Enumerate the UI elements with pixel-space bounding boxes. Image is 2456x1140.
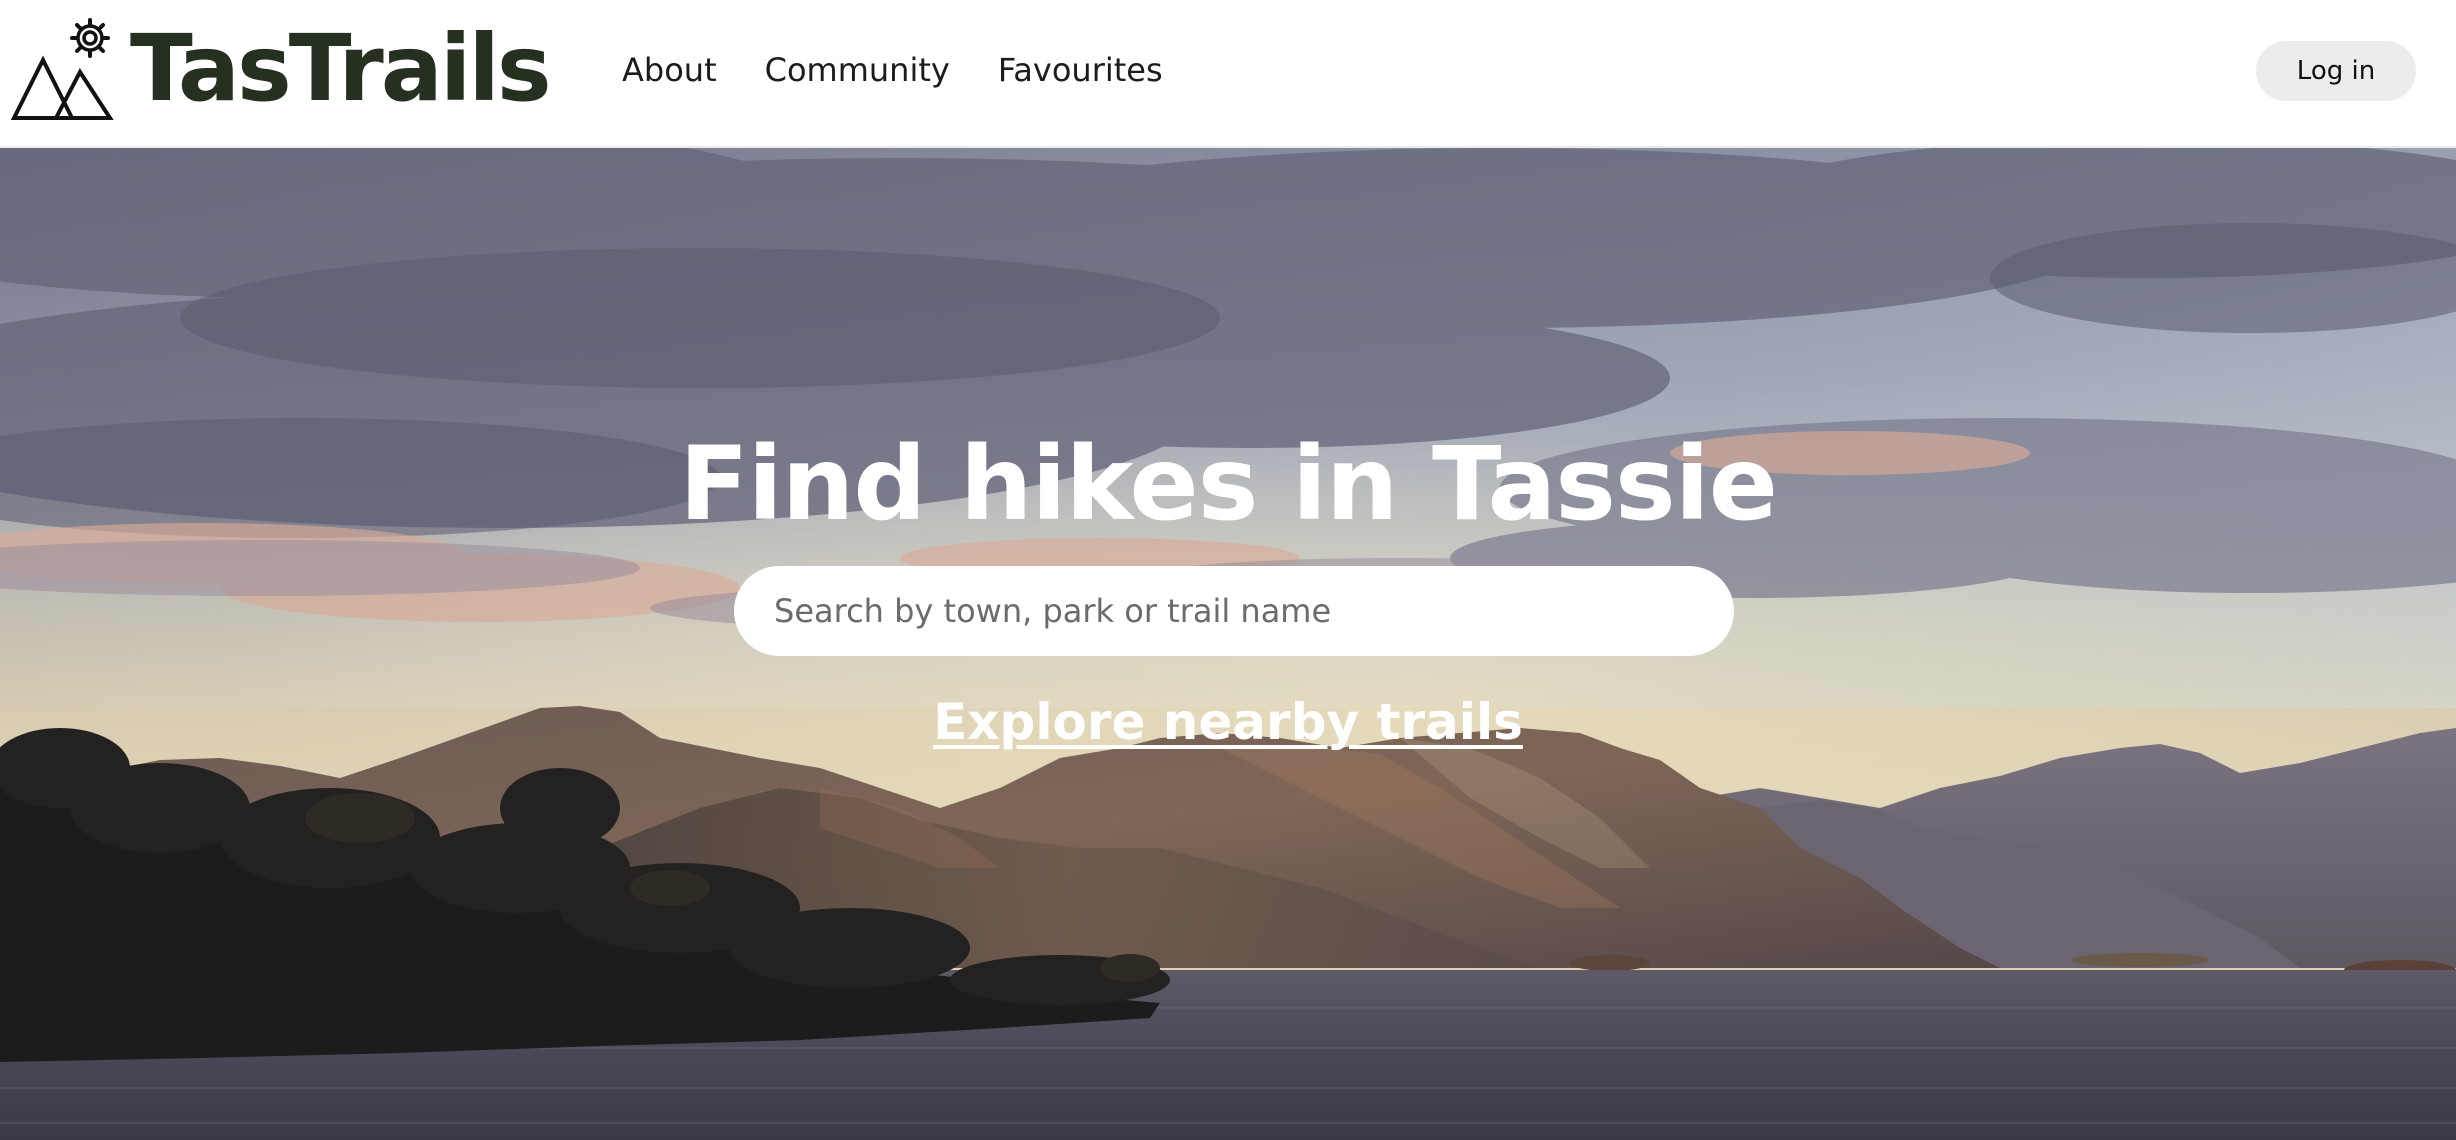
- hero-section: Find hikes in Tassie Explore nearby trai…: [0, 148, 2456, 1140]
- explore-nearby-trails-link[interactable]: Explore nearby trails: [933, 693, 1523, 751]
- mountains-sun-logo-icon: [10, 14, 114, 124]
- main-nav: About Community Favourites: [622, 44, 1163, 96]
- login-button[interactable]: Log in: [2256, 41, 2416, 101]
- brand-logo-link[interactable]: TasTrails: [10, 14, 552, 124]
- hero-title: Find hikes in Tassie: [679, 425, 1778, 544]
- site-header: TasTrails About Community Favourites Log…: [0, 0, 2456, 148]
- nav-link-about[interactable]: About: [622, 44, 717, 96]
- nav-link-favourites[interactable]: Favourites: [998, 44, 1163, 96]
- trail-search-input[interactable]: [734, 566, 1734, 656]
- nav-link-community[interactable]: Community: [765, 44, 950, 96]
- brand-name: TasTrails: [130, 15, 552, 122]
